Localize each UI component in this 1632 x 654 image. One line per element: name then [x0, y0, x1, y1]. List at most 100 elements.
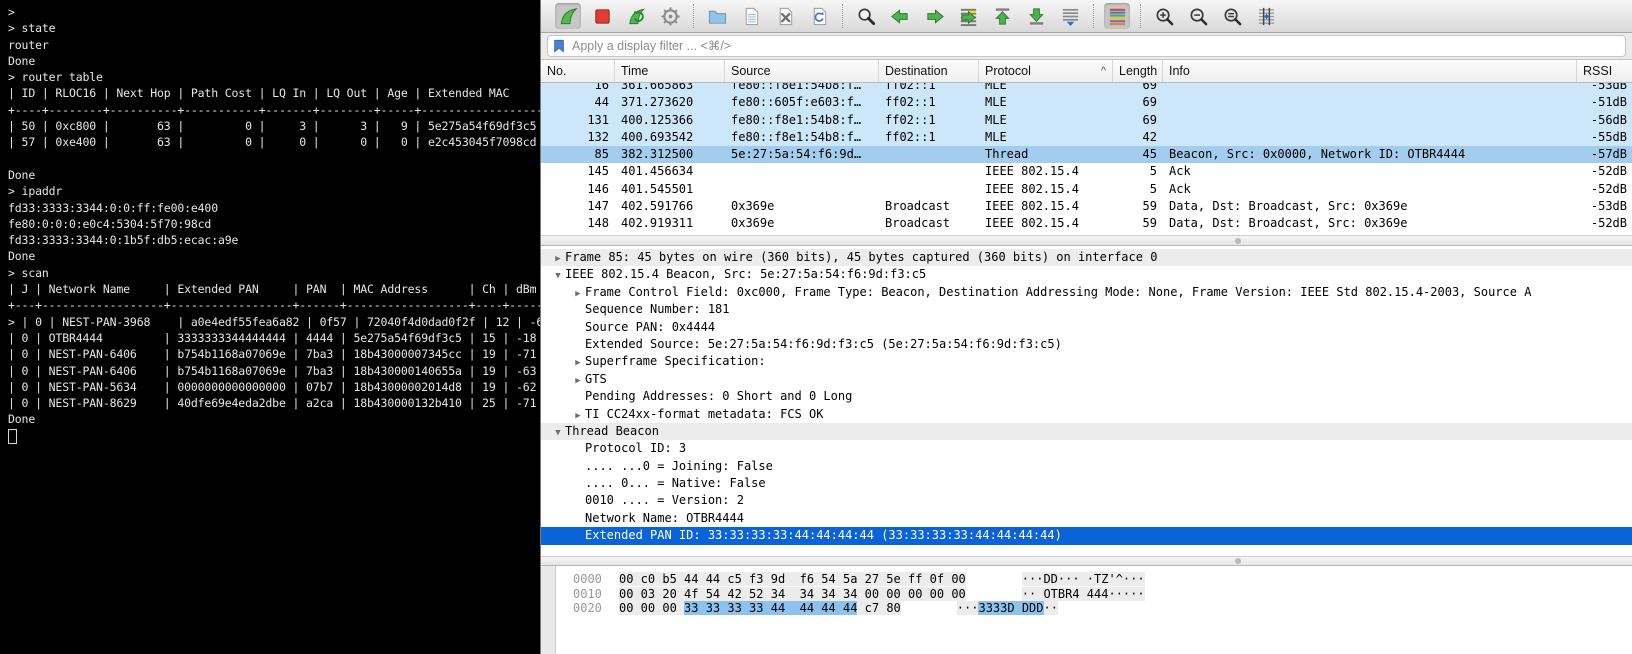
packet-row[interactable]: 131400.125366fe80::f8e1:54b8:f…ff02::1ML… — [541, 112, 1632, 129]
go-last-button[interactable] — [1023, 3, 1049, 29]
packet-row[interactable]: 145401.456634IEEE 802.15.45Ack-52dB — [541, 163, 1632, 180]
bookmark-icon[interactable] — [552, 39, 566, 53]
packet-row-selected[interactable]: 85382.3125005e:27:5a:54:f6:9d…Thread45Be… — [541, 146, 1632, 163]
hex-bytes[interactable]: 00 03 20 4f 54 42 52 34 34 34 34 00 00 0… — [619, 587, 966, 601]
cell-info: Data, Dst: Broadcast, Src: 0x369e — [1163, 198, 1577, 215]
detail-text: Protocol ID: 3 — [585, 441, 686, 455]
collapsed-arrow-icon[interactable]: ▶ — [571, 355, 585, 370]
hex-row[interactable]: 000000 c0 b5 44 44 c5 f3 9d f6 54 5a 27 … — [573, 572, 1632, 587]
go-first-button[interactable] — [989, 3, 1015, 29]
hex-bytes[interactable]: 00 c0 b5 44 44 c5 f3 9d f6 54 5a 27 5e f… — [619, 572, 966, 586]
column-header-src[interactable]: Source — [725, 60, 879, 82]
cell-len: 5 — [1113, 181, 1163, 198]
hex-ascii[interactable]: ···3333D DDD·· — [957, 601, 1058, 615]
hex-ascii-segment: ···DD··· ·TZ'^··· — [1022, 572, 1145, 586]
collapsed-arrow-icon[interactable]: ▶ — [571, 408, 585, 423]
open-file-button[interactable] — [704, 3, 730, 29]
detail-line[interactable]: Sequence Number: 181 — [541, 301, 1632, 318]
detail-line-selected[interactable]: Extended PAN ID: 33:33:33:33:44:44:44:44… — [541, 527, 1632, 544]
detail-line[interactable]: ▼IEEE 802.15.4 Beacon, Src: 5e:27:5a:54:… — [541, 266, 1632, 283]
column-label: Protocol — [985, 64, 1031, 78]
detail-line[interactable]: ▶Superframe Specification: — [541, 353, 1632, 370]
find-packet-button[interactable] — [853, 3, 879, 29]
go-back-button[interactable] — [887, 3, 913, 29]
display-filter-input[interactable] — [570, 38, 1621, 54]
resize-columns-button[interactable] — [1253, 3, 1279, 29]
cell-time: 400.693542 — [615, 129, 725, 146]
column-header-proto[interactable]: Protocol^ — [979, 60, 1113, 82]
zoom-out-button[interactable] — [1185, 3, 1211, 29]
collapsed-arrow-icon[interactable]: ▶ — [571, 286, 585, 301]
detail-line[interactable]: ▶GTS — [541, 371, 1632, 388]
detail-line[interactable]: Pending Addresses: 0 Short and 0 Long — [541, 388, 1632, 405]
hex-row[interactable]: 001000 03 20 4f 54 42 52 34 34 34 34 00 … — [573, 587, 1632, 602]
detail-line[interactable]: ▶Frame Control Field: 0xc000, Frame Type… — [541, 284, 1632, 301]
capture-options-button[interactable] — [657, 3, 683, 29]
colorize-packets-button[interactable] — [1104, 3, 1130, 29]
restart-capture-button[interactable] — [623, 3, 649, 29]
go-forward-button[interactable] — [921, 3, 947, 29]
reload-file-button[interactable] — [806, 3, 832, 29]
detail-line[interactable]: ▶TI CC24xx-format metadata: FCS OK — [541, 406, 1632, 423]
cell-no: 131 — [541, 112, 615, 129]
packet-row[interactable]: 146401.545501IEEE 802.15.45Ack-52dB — [541, 181, 1632, 198]
detail-text: Thread Beacon — [565, 424, 659, 438]
cell-info: Ack — [1163, 181, 1577, 198]
terminal-line: | 50 | 0xc800 | 63 | 0 | 3 | 3 | 9 | 5e2… — [8, 118, 540, 134]
packet-row[interactable]: 16361.665863fe80::f8e1:54b8:f…ff02::1MLE… — [541, 83, 1632, 94]
column-label: RSSI — [1583, 64, 1612, 78]
zoom-in-button[interactable] — [1151, 3, 1177, 29]
column-header-info[interactable]: Info — [1163, 60, 1577, 82]
packet-row[interactable]: 148402.9193110x369eBroadcastIEEE 802.15.… — [541, 215, 1632, 232]
terminal-line: Done — [8, 411, 540, 427]
go-to-packet-button[interactable] — [955, 3, 981, 29]
detail-line[interactable]: 0010 .... = Version: 2 — [541, 492, 1632, 509]
cell-info — [1163, 129, 1577, 146]
hex-ascii[interactable]: ·· OTBR4 444····· — [1022, 587, 1145, 601]
detail-line[interactable]: .... ...0 = Joining: False — [541, 458, 1632, 475]
stop-capture-button[interactable] — [589, 3, 615, 29]
detail-line[interactable]: Source PAN: 0x4444 — [541, 319, 1632, 336]
detail-line[interactable]: Network Name: OTBR4444 — [541, 510, 1632, 527]
close-file-button[interactable] — [772, 3, 798, 29]
packet-row[interactable]: 147402.5917660x369eBroadcastIEEE 802.15.… — [541, 198, 1632, 215]
cell-rssi: -55dB — [1577, 129, 1632, 146]
splitter-details-hex[interactable] — [541, 556, 1632, 566]
terminal-line: | 0 | NEST-PAN-6406 | b754b1168a07069e |… — [8, 363, 540, 379]
terminal-line: | 57 | 0xe400 | 63 | 0 | 0 | 0 | 0 | e2c… — [8, 134, 540, 150]
column-header-rssi[interactable]: RSSI — [1577, 60, 1632, 82]
display-filter-field[interactable] — [547, 35, 1626, 57]
column-header-time[interactable]: Time — [615, 60, 725, 82]
detail-line[interactable]: Protocol ID: 3 — [541, 440, 1632, 457]
toolbar-divider — [1093, 4, 1094, 28]
collapsed-arrow-icon[interactable]: ▶ — [551, 251, 565, 266]
cell-rssi: -53dB — [1577, 198, 1632, 215]
cell-len: 69 — [1113, 94, 1163, 111]
hex-ascii[interactable]: ···DD··· ·TZ'^··· — [1022, 572, 1145, 586]
cell-src: 0x369e — [725, 198, 879, 215]
auto-scroll-button[interactable] — [1057, 3, 1083, 29]
cell-rssi: -51dB — [1577, 94, 1632, 111]
column-label: Time — [621, 64, 648, 78]
column-label: Info — [1169, 64, 1190, 78]
detail-line[interactable]: ▶Frame 85: 45 bytes on wire (360 bits), … — [541, 249, 1632, 266]
hex-bytes[interactable]: 00 00 00 33 33 33 33 44 44 44 44 c7 80 — [619, 601, 901, 615]
column-header-dst[interactable]: Destination — [879, 60, 979, 82]
detail-line[interactable]: ▼Thread Beacon — [541, 423, 1632, 440]
terminal[interactable]: >> staterouterDone> router table| ID | R… — [0, 0, 540, 654]
column-header-no[interactable]: No. — [541, 60, 615, 82]
zoom-normal-button[interactable] — [1219, 3, 1245, 29]
splitter-list-details[interactable] — [541, 235, 1632, 246]
column-header-len[interactable]: Length — [1113, 60, 1163, 82]
start-capture-button[interactable] — [555, 3, 581, 29]
detail-line[interactable]: .... 0... = Native: False — [541, 475, 1632, 492]
packet-row[interactable]: 132400.693542fe80::f8e1:54b8:f…ff02::1ML… — [541, 129, 1632, 146]
packet-row[interactable]: 44371.273620fe80::605f:e603:f…ff02::1MLE… — [541, 94, 1632, 111]
collapsed-arrow-icon[interactable]: ▶ — [571, 373, 585, 388]
save-file-button[interactable] — [738, 3, 764, 29]
go-first-icon — [992, 6, 1013, 27]
detail-line[interactable]: Extended Source: 5e:27:5a:54:f6:9d:f3:c5… — [541, 336, 1632, 353]
expanded-arrow-icon[interactable]: ▼ — [551, 425, 565, 440]
expanded-arrow-icon[interactable]: ▼ — [551, 268, 565, 283]
hex-row[interactable]: 002000 00 00 33 33 33 33 44 44 44 44 c7 … — [573, 601, 1632, 616]
